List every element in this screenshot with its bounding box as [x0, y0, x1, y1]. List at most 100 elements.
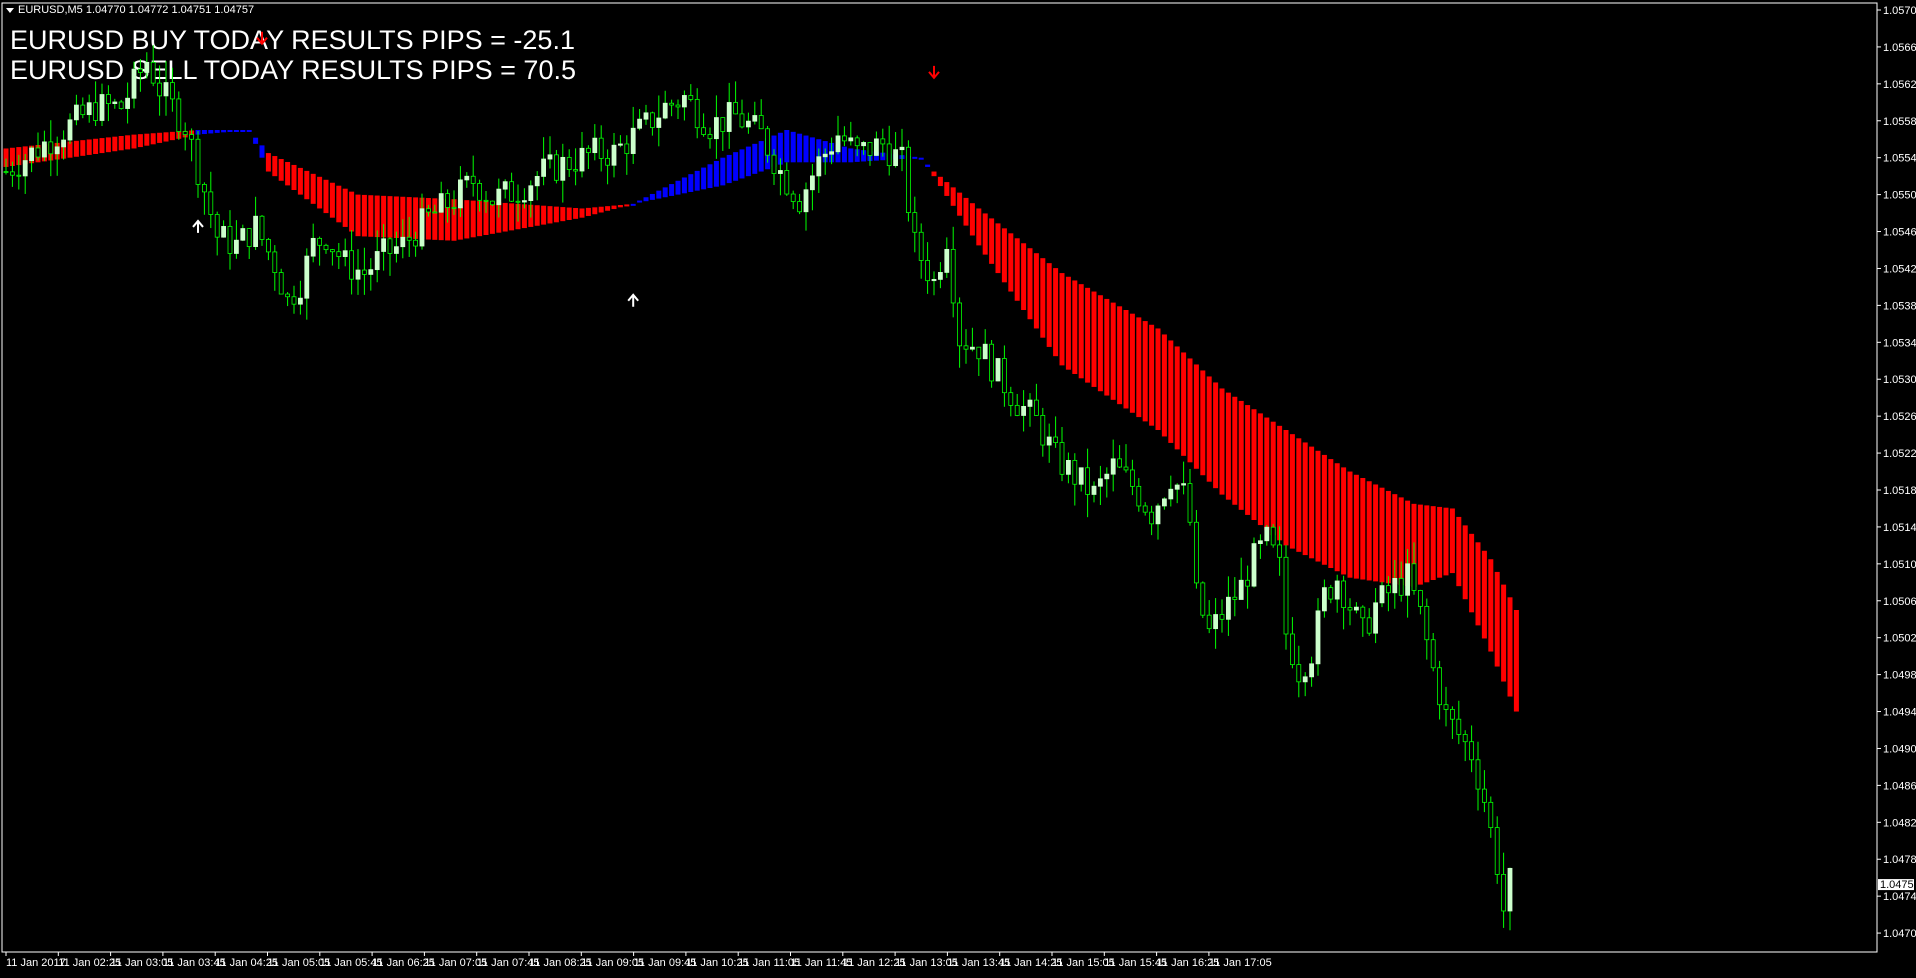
time-label: 11 Jan 2017 — [6, 957, 66, 969]
candle-body — [29, 147, 35, 161]
candle-body — [1430, 639, 1436, 669]
candle-body — [1021, 406, 1026, 416]
candle-body — [425, 208, 431, 213]
candle-body — [547, 154, 553, 160]
candle-body — [1334, 580, 1340, 600]
band-bar — [112, 136, 118, 152]
candle-body — [714, 117, 719, 140]
candle-body — [1168, 488, 1174, 500]
candle-body — [1098, 478, 1103, 487]
band-bar — [707, 164, 713, 189]
candle-body — [906, 146, 911, 214]
band-bar — [1513, 610, 1519, 712]
candle-body — [201, 183, 207, 193]
candle-body — [74, 104, 79, 121]
candle-body — [317, 237, 323, 246]
band-bar — [1085, 287, 1091, 383]
candle-body — [464, 175, 470, 181]
sell-arrow-icon — [928, 65, 940, 80]
band-bar — [1187, 358, 1193, 463]
candle-body — [349, 250, 355, 280]
band-bar — [1225, 392, 1231, 500]
band-bar — [169, 131, 175, 141]
band-bar — [643, 197, 649, 202]
band-bar — [509, 203, 515, 231]
band-bar — [502, 202, 508, 232]
candle-body — [880, 138, 886, 145]
candle-body — [1418, 590, 1423, 607]
candle-body — [886, 143, 892, 167]
candle-body — [1206, 614, 1212, 630]
candle-body — [1245, 579, 1250, 587]
band-bar — [1040, 258, 1046, 338]
candle-body — [1046, 436, 1052, 446]
band-bar — [1110, 302, 1116, 400]
band-bar — [1129, 313, 1135, 413]
candle-body — [361, 269, 367, 275]
band-bar — [432, 198, 438, 240]
candle-body — [829, 151, 834, 155]
band-bar — [957, 192, 963, 216]
band-bar — [118, 136, 124, 151]
candle-body — [496, 188, 502, 206]
candle-body — [265, 239, 271, 253]
band-bar — [349, 191, 355, 232]
band-bar — [1385, 490, 1391, 584]
price-label: 1.05305 — [1883, 374, 1916, 386]
candle-body — [1392, 578, 1398, 594]
candle-body — [1155, 505, 1161, 525]
band-bar — [131, 134, 137, 149]
band-bar — [425, 198, 431, 240]
price-label: 1.04985 — [1883, 670, 1916, 682]
band-bar — [221, 130, 227, 133]
candle-body — [560, 156, 566, 181]
band-bar — [790, 131, 796, 163]
candle-body — [1290, 633, 1295, 666]
candle-body — [432, 211, 438, 214]
candle-body — [1238, 579, 1244, 600]
band-bar — [1027, 248, 1033, 320]
candle-body — [541, 158, 546, 177]
band-bar — [637, 200, 643, 203]
candle-body — [970, 346, 975, 350]
band-bar — [163, 132, 169, 142]
band-bar — [1245, 405, 1251, 515]
price-label: 1.05185 — [1883, 485, 1916, 497]
candle-body — [938, 272, 943, 280]
price-label: 1.05065 — [1883, 596, 1916, 608]
candle-body — [451, 207, 457, 209]
band-bar — [1347, 471, 1353, 578]
candle-body — [118, 101, 124, 109]
band-bar — [1449, 508, 1455, 574]
chart-window[interactable]: EURUSD,M5 1.04770 1.04772 1.04751 1.0475… — [0, 0, 1916, 978]
band-bar — [317, 176, 323, 209]
candle-body — [912, 212, 918, 233]
candle-body — [374, 251, 380, 271]
candle-body — [1462, 734, 1468, 743]
candle-body — [726, 102, 732, 132]
candle-body — [861, 142, 866, 147]
candle-body — [1194, 521, 1199, 584]
band-bar — [323, 179, 329, 214]
candle-body — [1014, 404, 1020, 416]
candle-body — [323, 244, 329, 251]
candle-body — [272, 251, 278, 273]
candle-body — [682, 95, 687, 108]
candle-body — [35, 147, 41, 158]
band-bar — [240, 130, 246, 132]
price-chart[interactable]: 1.05705 1.05665 1.05625 1.05585 1.05545 1.055… — [0, 0, 1916, 978]
candle-body — [1443, 704, 1449, 710]
band-bar — [1469, 533, 1475, 613]
candle-body — [624, 143, 630, 154]
band-bar — [1136, 317, 1142, 418]
candle-body — [1296, 664, 1302, 683]
candle-body — [1091, 485, 1097, 495]
candle-body — [3, 171, 9, 173]
band-bar — [784, 130, 790, 163]
band-bar — [1193, 364, 1199, 469]
candle-body — [1379, 585, 1385, 604]
candle-body — [419, 208, 425, 247]
band-bar — [1475, 542, 1481, 626]
candle-body — [368, 269, 374, 275]
candle-body — [771, 154, 777, 174]
